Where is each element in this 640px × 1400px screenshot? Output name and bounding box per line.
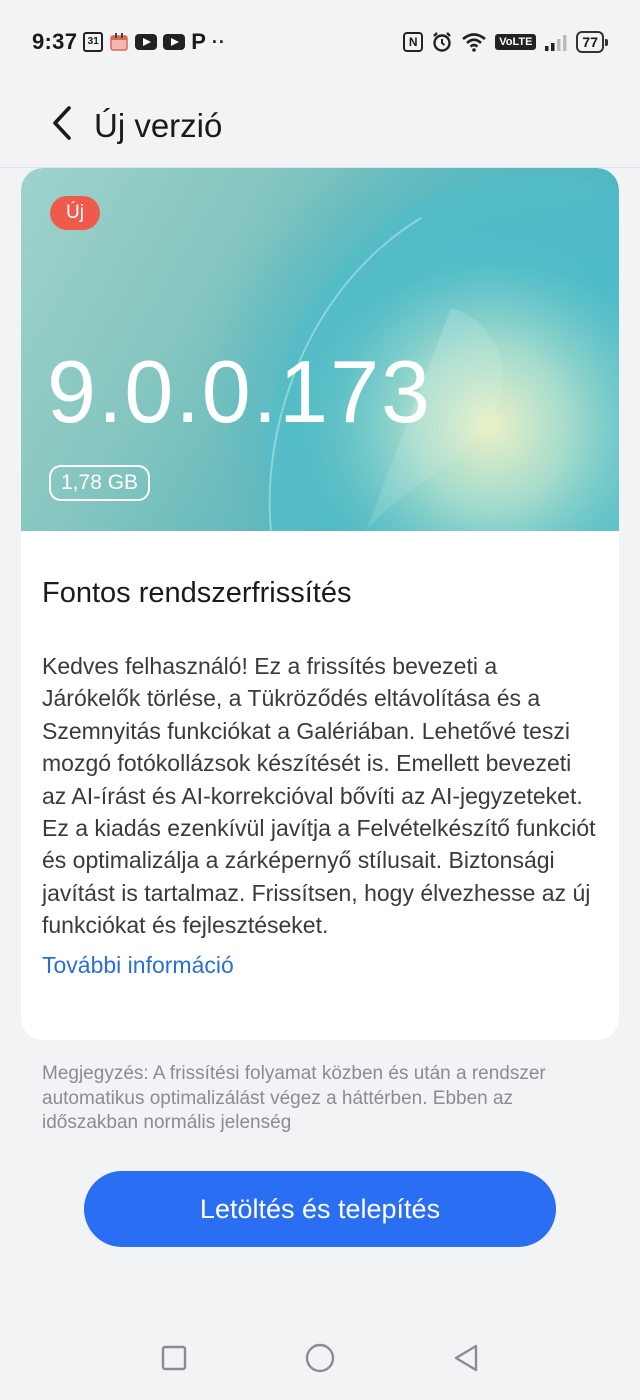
update-description: Kedves felhasználó! Ez a frissítés bevez…	[42, 653, 596, 939]
youtube-icon	[135, 34, 158, 50]
update-details: Fontos rendszerfrissítés Kedves felhaszn…	[21, 531, 619, 979]
update-note: Megjegyzés: A frissítési folyamat közben…	[42, 1063, 546, 1133]
download-install-button[interactable]: Letöltés és telepítés	[84, 1171, 556, 1247]
chevron-left-icon	[51, 105, 73, 146]
page-title: Új verzió	[94, 106, 223, 144]
battery-icon: 77	[576, 31, 608, 53]
status-right: N VoLTE 77	[403, 31, 608, 53]
nfc-icon: N	[403, 32, 424, 52]
youtube-icon	[163, 34, 186, 50]
recents-button[interactable]	[156, 1342, 192, 1378]
recents-square-icon	[160, 1344, 188, 1377]
version-banner: Új 9.0.0.173 1,78 GB	[21, 168, 619, 531]
app-header: Új verzió	[0, 84, 640, 168]
p-app-icon: P	[191, 29, 206, 54]
home-button[interactable]	[302, 1342, 338, 1378]
more-dots-icon: ··	[211, 31, 226, 52]
home-circle-icon	[304, 1342, 336, 1379]
battery-level: 77	[582, 34, 598, 50]
update-title: Fontos rendszerfrissítés	[42, 577, 352, 609]
nav-back-button[interactable]	[448, 1342, 484, 1378]
update-screen: 9:37 31 P ·· N VoLTE 77 Új verzió Új 9.0…	[0, 0, 640, 1400]
back-triangle-icon	[452, 1343, 480, 1378]
more-info-link[interactable]: További információ	[42, 952, 234, 979]
status-bar: 9:37 31 P ·· N VoLTE 77	[0, 0, 640, 84]
signal-icon	[544, 33, 568, 51]
status-time: 9:37	[32, 29, 78, 54]
new-badge: Új	[50, 196, 100, 230]
update-size: 1,78 GB	[49, 465, 151, 501]
calendar-icon: 31	[83, 32, 104, 52]
alarm-icon	[431, 31, 453, 53]
update-card: Új 9.0.0.173 1,78 GB Fontos rendszerfris…	[21, 168, 619, 1040]
wifi-icon	[461, 32, 487, 52]
volte-icon: VoLTE	[495, 34, 537, 50]
system-nav-bar	[0, 1320, 640, 1400]
back-button[interactable]	[40, 104, 84, 148]
status-left: 9:37 31 P ··	[32, 29, 226, 55]
calendar-alt-icon	[109, 32, 129, 52]
version-number: 9.0.0.173	[47, 342, 432, 441]
